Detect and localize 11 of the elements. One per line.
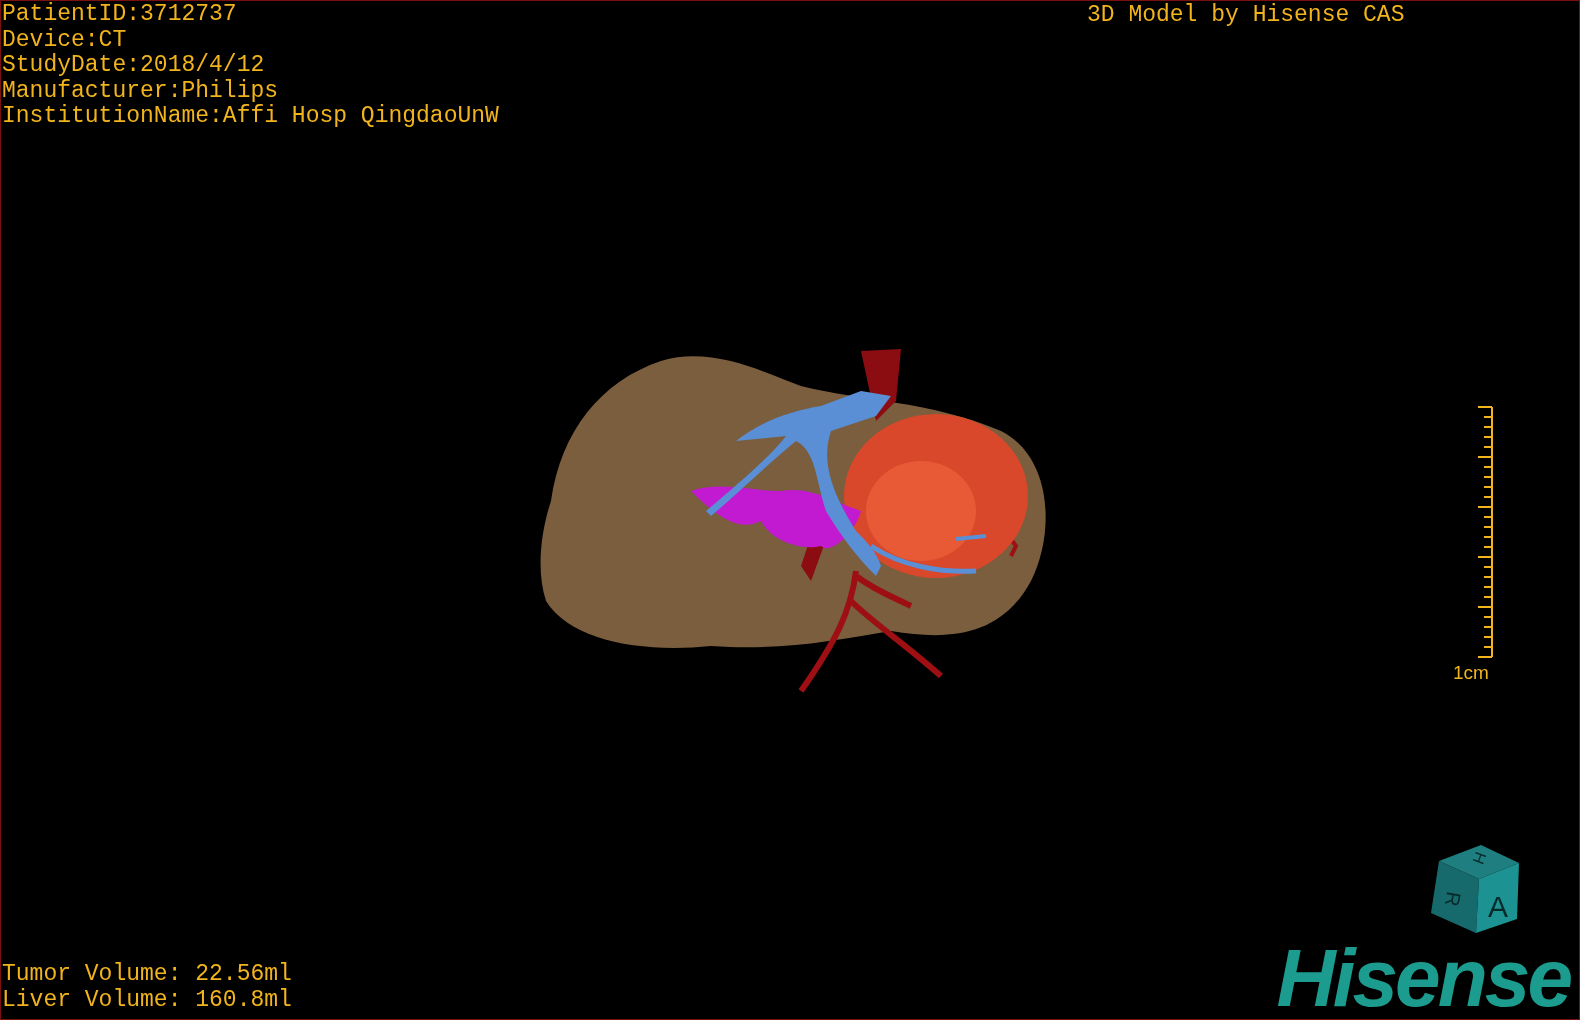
volume-text: Tumor Volume: 22.56ml — [2, 962, 292, 988]
scale-label: 1cm — [1453, 662, 1489, 684]
patient-info-text: InstitutionName:Affi Hosp QingdaoUnW — [2, 104, 499, 130]
patient-info-text: Manufacturer:Philips — [2, 78, 280, 104]
volume-text: Liver Volume: 160.8ml — [2, 987, 292, 1013]
logo: Hisense — [1276, 945, 1572, 1011]
patient-info-text: PatientID:3712737 — [2, 2, 238, 28]
orientation-cube[interactable]: H R A — [1431, 841, 1526, 936]
patient-info-text: StudyDate:2018/4/12 — [2, 53, 266, 79]
model-title: 3D Model by Hisense CAS — [1087, 3, 1405, 29]
patient-info-text: Device:CT — [2, 27, 128, 53]
